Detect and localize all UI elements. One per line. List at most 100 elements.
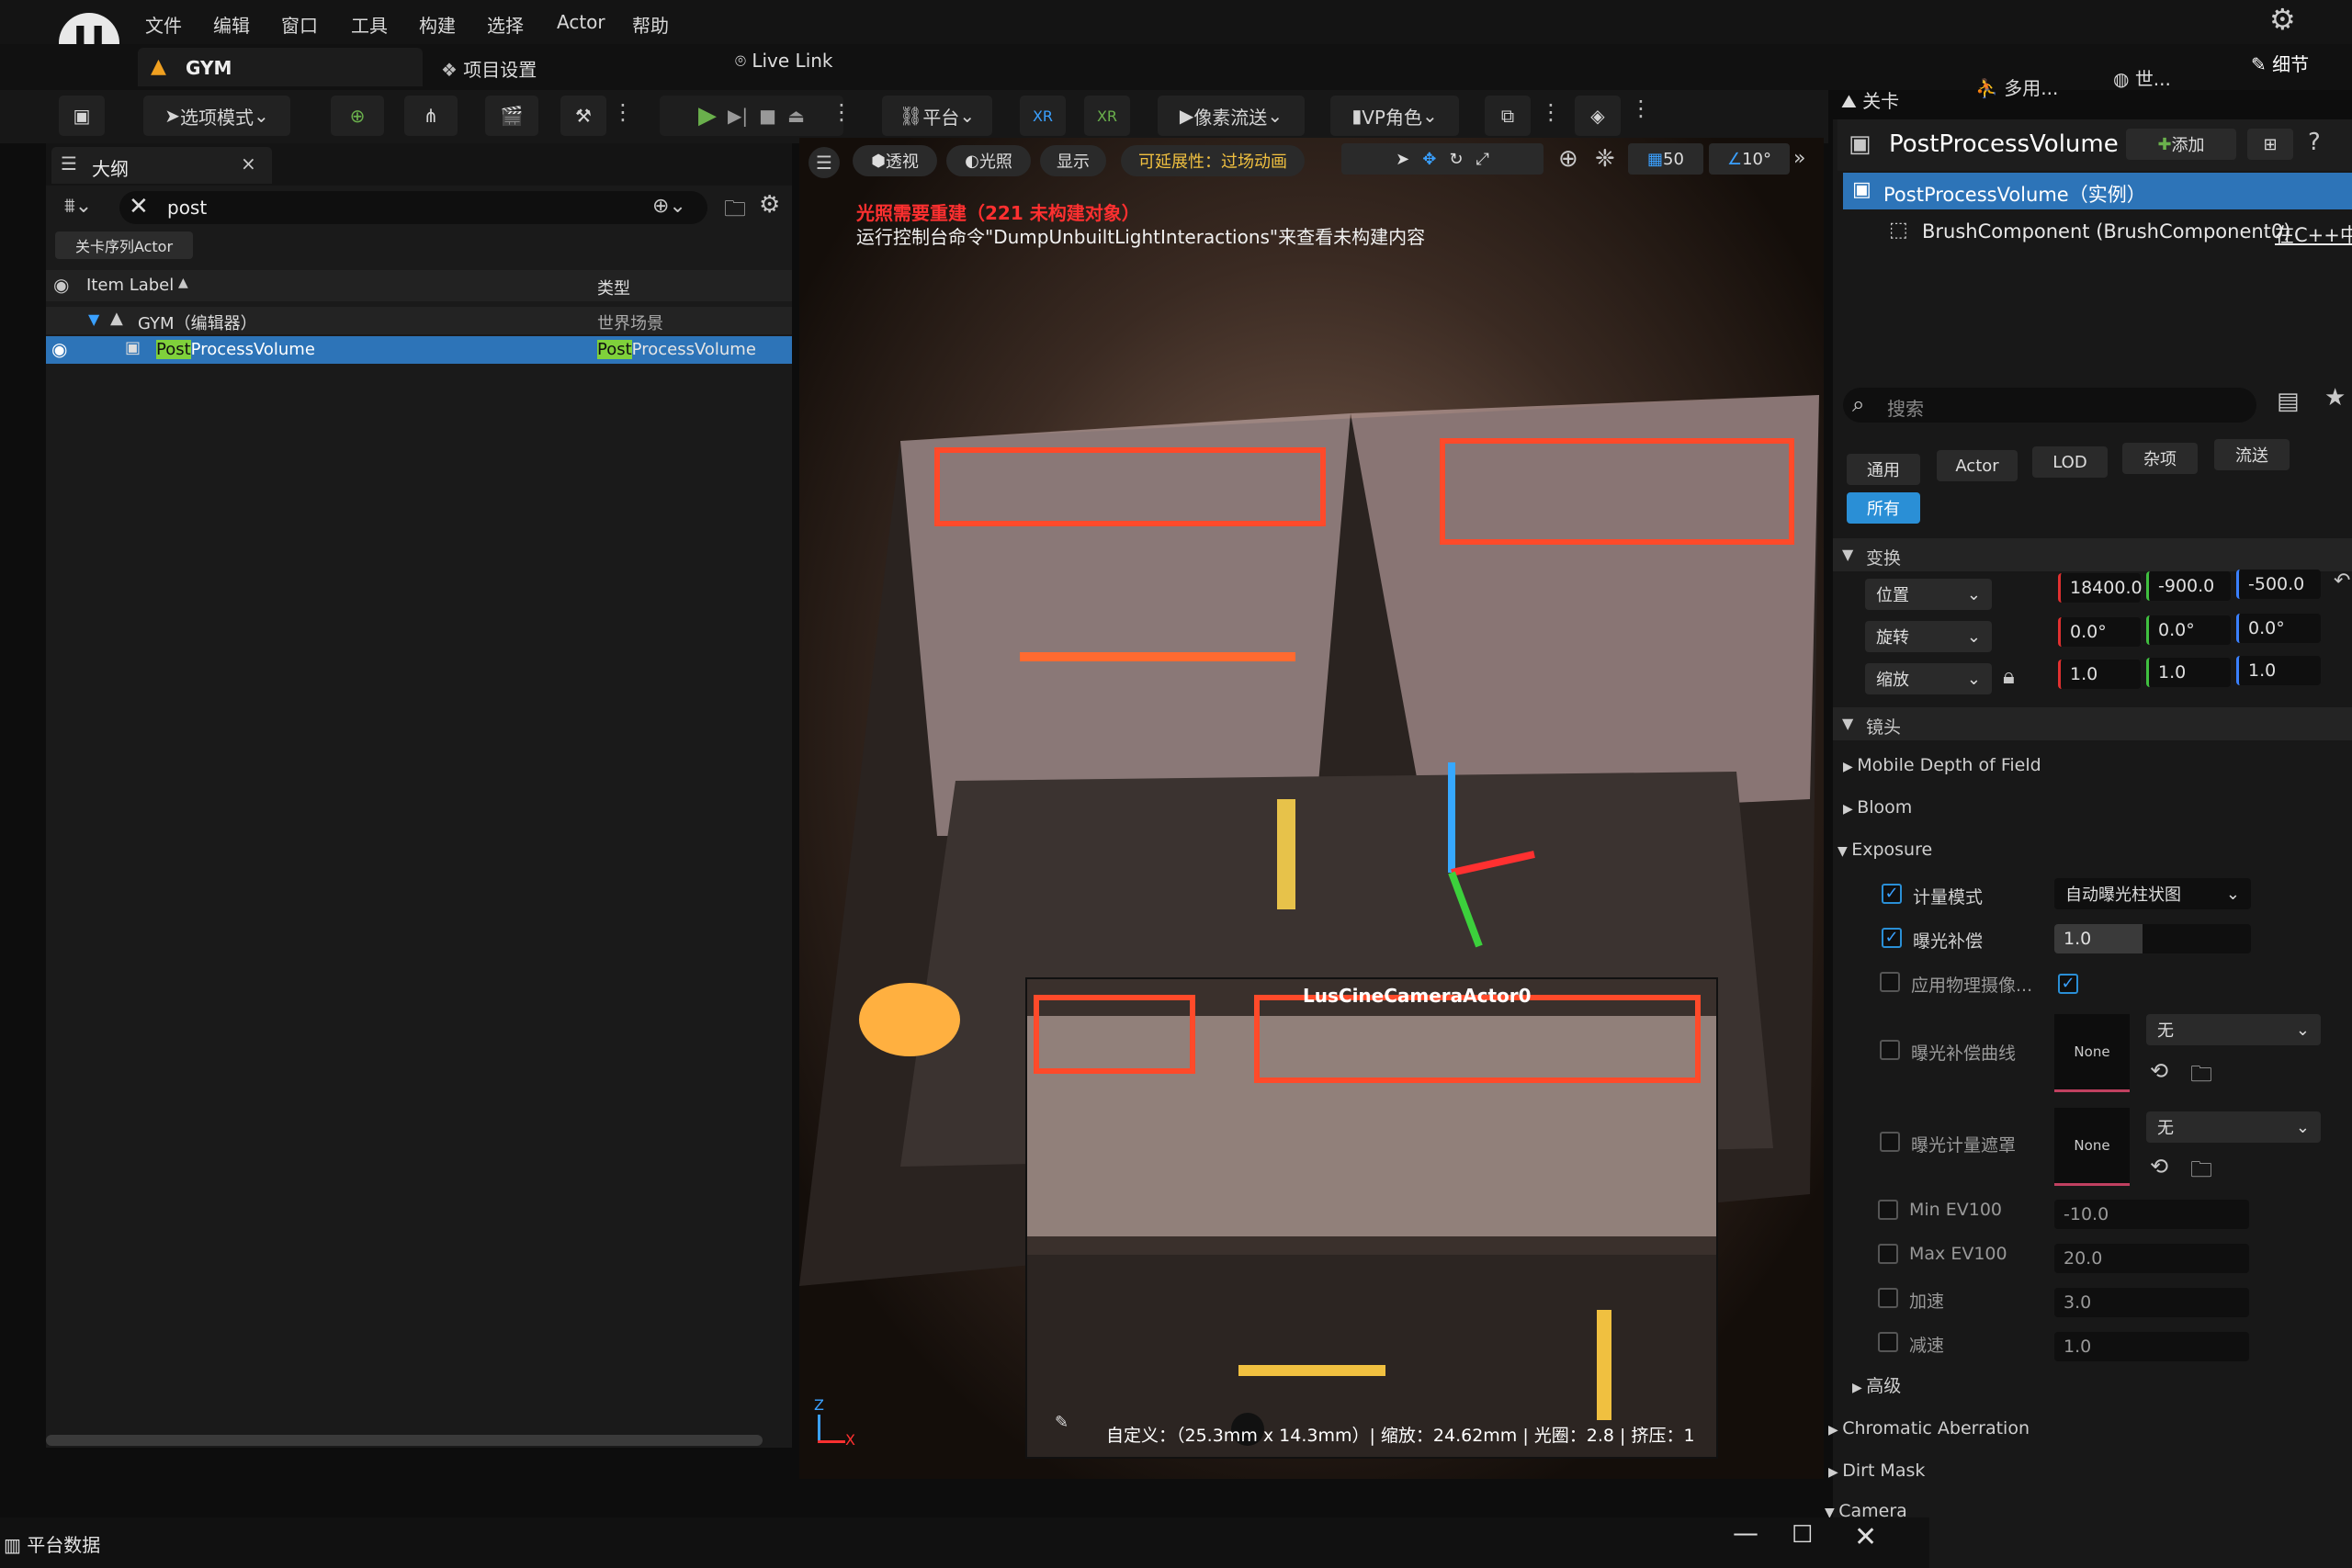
step-icon[interactable]: ▶| — [728, 105, 748, 127]
play-more-icon[interactable]: ⋮ — [831, 99, 853, 125]
subsection-mobile-dof[interactable]: ▶ Mobile Depth of Field — [1843, 755, 2041, 775]
level-sequence-actor-button[interactable]: 关卡序列Actor — [55, 231, 193, 259]
tab-live-link[interactable]: ⌾ Live Link — [735, 50, 833, 72]
details-view-options-icon[interactable]: ▤ — [2277, 388, 2300, 415]
filter-misc[interactable]: 杂项 — [2122, 443, 2198, 474]
details-search-input[interactable]: ⌕ 搜索 — [1843, 388, 2256, 423]
exposure-curve-checkbox[interactable] — [1880, 1040, 1900, 1060]
xr-button-2[interactable]: XR — [1084, 96, 1130, 136]
rotation-y[interactable]: 0.0° — [2146, 615, 2231, 645]
max-ev-checkbox[interactable] — [1878, 1244, 1898, 1264]
menu-actor[interactable]: Actor — [557, 11, 605, 33]
max-ev-input[interactable]: 20.0 — [2054, 1244, 2249, 1273]
show-button[interactable]: 显示 — [1040, 145, 1106, 176]
subsection-bloom[interactable]: ▶ Bloom — [1843, 797, 1912, 818]
pin-icon[interactable]: ✎ — [1055, 1413, 1069, 1432]
menu-edit[interactable]: 编辑 — [213, 11, 250, 38]
speed-down-input[interactable]: 1.0 — [2054, 1332, 2249, 1361]
physical-camera-checkbox[interactable] — [1880, 972, 1900, 992]
location-y[interactable]: -900.0 — [2146, 571, 2231, 601]
vcam-more-icon[interactable]: ⋮ — [1540, 99, 1562, 125]
minimize-icon[interactable]: — — [1733, 1517, 1758, 1548]
lighting-button[interactable]: ◐ 光照 — [946, 145, 1031, 176]
play-icon[interactable]: ▶ — [698, 102, 717, 130]
outliner-row-postprocessvolume[interactable]: ◉ ▣ PostProcessVolume PostProcessVolume — [46, 336, 792, 364]
actor-name[interactable]: PostProcessVolume — [1889, 130, 2119, 158]
modes-button[interactable]: ⚒ — [560, 96, 606, 136]
location-z[interactable]: -500.0 — [2236, 570, 2321, 599]
move-tool-icon[interactable]: ✥ — [1422, 150, 1436, 169]
filter-all[interactable]: 所有 — [1847, 492, 1920, 524]
filter-actor[interactable]: Actor — [1937, 450, 2018, 481]
speed-up-checkbox[interactable] — [1878, 1288, 1898, 1308]
close-icon[interactable]: × — [241, 152, 256, 175]
grid-snap-button[interactable]: ▦ 50 — [1628, 143, 1703, 175]
multiuser-more-icon[interactable]: ⋮ — [1630, 96, 1652, 121]
metering-mode-checkbox[interactable]: ✓ — [1882, 884, 1902, 904]
platform-data-window[interactable]: ▥ 平台数据 — [4, 1530, 100, 1557]
cinematics-button[interactable]: 🎬 — [485, 96, 538, 136]
col-type[interactable]: 类型 — [597, 276, 630, 299]
outliner-row-gym[interactable]: ▼ ▲ GYM（编辑器） 世界场景 — [46, 307, 792, 334]
metering-mask-dropdown[interactable]: 无 ⌄ — [2146, 1111, 2321, 1143]
component-brush-row[interactable]: ⬚ BrushComponent (BrushComponent0) 在C++中 — [1843, 213, 2352, 250]
vp-role-dropdown[interactable]: ▮ VP角色 ⌄ — [1330, 96, 1459, 136]
rotation-x[interactable]: 0.0° — [2058, 617, 2141, 647]
metering-mask-checkbox[interactable] — [1880, 1132, 1900, 1152]
curve-use-selected-icon[interactable]: ⟲ — [2150, 1058, 2168, 1084]
scalability-button[interactable]: 可延展性：过场动画 — [1121, 145, 1305, 176]
more-options-icon[interactable]: » — [1793, 147, 1805, 170]
toolbar-more-icon[interactable]: ⋮ — [612, 99, 634, 125]
select-mode-dropdown[interactable]: ➤ 选项模式 ⌄ — [143, 96, 290, 136]
maximize-icon[interactable]: ☐ — [1792, 1521, 1813, 1549]
xr-button-1[interactable]: XR — [1020, 96, 1066, 136]
subsection-exposure[interactable]: ▼ Exposure — [1838, 840, 1932, 860]
add-content-button[interactable]: ⊕ — [331, 96, 384, 136]
tab-level-gym[interactable]: ▲ GYM — [138, 48, 423, 86]
window-close-icon[interactable]: ✕ — [1854, 1521, 1877, 1553]
tab-details[interactable]: ✎ 细节 — [2251, 50, 2309, 76]
rotation-z[interactable]: 0.0° — [2236, 614, 2321, 643]
exposure-compensation-checkbox[interactable]: ✓ — [1882, 928, 1902, 948]
tab-world[interactable]: ◍ 世... — [2113, 64, 2171, 91]
blueprint-convert-button[interactable]: ⊞ — [2247, 129, 2293, 160]
outliner-scrollbar[interactable] — [46, 1435, 763, 1446]
filter-lod[interactable]: LOD — [2032, 446, 2108, 478]
min-ev-checkbox[interactable] — [1878, 1200, 1898, 1220]
location-dropdown[interactable]: 位置 ⌄ — [1865, 579, 1992, 610]
menu-window[interactable]: 窗口 — [281, 11, 318, 38]
menu-help[interactable]: 帮助 — [632, 11, 669, 38]
angle-snap-button[interactable]: ∠ 10° — [1709, 143, 1790, 175]
location-x[interactable]: 18400.0 — [2058, 573, 2143, 603]
pixel-stream-dropdown[interactable]: ▶ 像素流送 ⌄ — [1158, 96, 1305, 136]
eye-icon[interactable]: ◉ — [51, 338, 67, 360]
multi-user-button[interactable]: ◈ — [1575, 96, 1621, 136]
world-space-icon[interactable]: ⊕ — [1558, 145, 1578, 173]
outliner-settings-icon[interactable]: ⚙ — [759, 191, 780, 219]
blueprint-button[interactable]: ⋔ — [404, 96, 458, 136]
help-icon[interactable]: ? — [2308, 129, 2321, 156]
vcam-button[interactable]: ⧉ — [1485, 96, 1531, 136]
filter-icon[interactable]: ⩩⌄ — [64, 195, 92, 218]
expand-arrow-icon[interactable]: ▼ — [88, 310, 99, 328]
tab-project-settings[interactable]: ❖ 项目设置 — [441, 55, 537, 82]
lock-scale-icon[interactable]: 🔒︎ — [2003, 663, 2015, 689]
menu-file[interactable]: 文件 — [145, 11, 182, 38]
tab-multi-user[interactable]: ⛹ 多用... — [1975, 73, 2058, 100]
menu-build[interactable]: 构建 — [419, 11, 456, 38]
subsection-advanced[interactable]: ▶ 高级 — [1852, 1372, 1901, 1397]
rotation-dropdown[interactable]: 旋转 ⌄ — [1865, 621, 1992, 652]
metering-mode-dropdown[interactable]: 自动曝光柱状图 ⌄ — [2054, 878, 2251, 909]
exposure-curve-thumbnail[interactable]: None — [2054, 1014, 2130, 1092]
filter-general[interactable]: 通用 — [1847, 454, 1920, 485]
search-input[interactable]: ✕ post ⊕⌄ — [119, 191, 707, 224]
physical-camera-value-checkbox[interactable]: ✓ — [2058, 974, 2078, 994]
min-ev-input[interactable]: -10.0 — [2054, 1200, 2249, 1229]
visibility-icon[interactable]: ◉ — [53, 274, 69, 296]
add-component-button[interactable]: ✚ 添加 — [2126, 129, 2236, 160]
menu-select[interactable]: 选择 — [487, 11, 524, 38]
reset-location-icon[interactable]: ↶ — [2334, 570, 2350, 592]
subsection-dirt-mask[interactable]: ▶ Dirt Mask — [1828, 1461, 1925, 1481]
exposure-curve-dropdown[interactable]: 无 ⌄ — [2146, 1014, 2321, 1045]
settings-icon[interactable]: ⚙ — [2269, 2, 2296, 37]
